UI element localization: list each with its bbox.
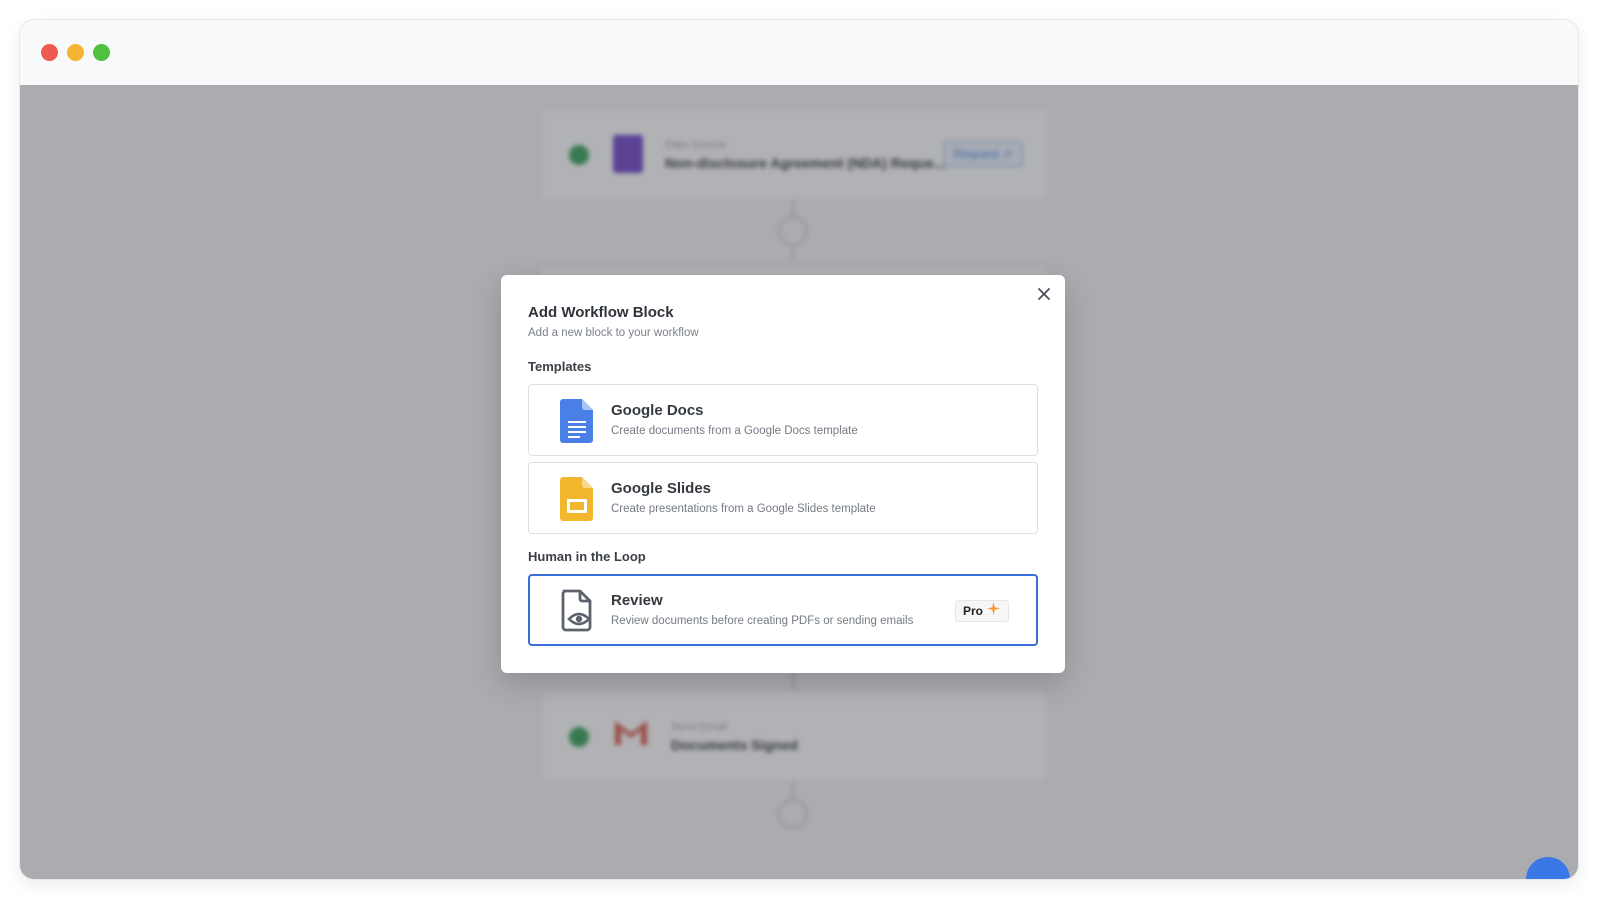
- add-workflow-block-dialog: Add Workflow Block Add a new block to yo…: [501, 275, 1065, 673]
- google-slides-icon: [560, 477, 594, 521]
- dialog-subtitle: Add a new block to your workflow: [528, 327, 699, 339]
- dialog-title: Add Workflow Block: [528, 304, 674, 321]
- pro-badge: Pro: [954, 600, 1009, 622]
- option-description: Create presentations from a Google Slide…: [611, 503, 876, 515]
- close-icon[interactable]: [1033, 283, 1055, 305]
- option-title: Google Docs: [611, 402, 704, 419]
- section-heading-human-in-the-loop: Human in the Loop: [528, 549, 646, 564]
- workflow-canvas: Data Source Non-disclosure Agreement (ND…: [20, 85, 1578, 879]
- option-description: Review documents before creating PDFs or…: [611, 615, 914, 627]
- close-window-button[interactable]: [41, 44, 58, 61]
- review-option[interactable]: Review Review documents before creating …: [528, 574, 1038, 646]
- review-document-icon: [560, 589, 594, 633]
- maximize-window-button[interactable]: [93, 44, 110, 61]
- pro-badge-label: Pro: [962, 604, 983, 618]
- option-description: Create documents from a Google Docs temp…: [611, 425, 858, 437]
- minimize-window-button[interactable]: [67, 44, 84, 61]
- app-window: Data Source Non-disclosure Agreement (ND…: [20, 20, 1578, 879]
- google-docs-option[interactable]: Google Docs Create documents from a Goog…: [528, 384, 1038, 456]
- google-docs-icon: [560, 399, 594, 443]
- google-slides-option[interactable]: Google Slides Create presentations from …: [528, 462, 1038, 534]
- section-heading-templates: Templates: [528, 359, 592, 374]
- option-title: Review: [611, 592, 663, 609]
- title-bar: [20, 20, 1578, 85]
- option-title: Google Slides: [611, 480, 712, 497]
- sparkle-icon: [987, 602, 1000, 620]
